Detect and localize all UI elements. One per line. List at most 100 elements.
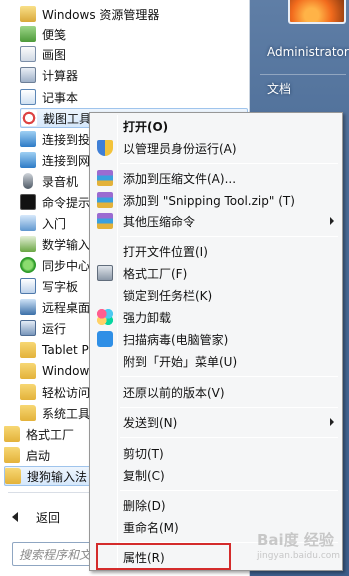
menu-item-open[interactable]: 打开(O) [92,115,340,137]
program-label: 入门 [42,216,67,231]
menu-label: 复制(C) [123,468,165,483]
program-label: 录音机 [42,174,79,189]
menu-separator [120,163,338,164]
sync-center-icon [20,257,36,273]
menu-item-scan-virus[interactable]: 扫描病毒(电脑管家) [92,328,340,350]
menu-item-add-to-archive[interactable]: 添加到压缩文件(A)... [92,167,340,189]
menu-label: 强力卸载 [123,310,172,325]
menu-item-pin-taskbar[interactable]: 锁定到任务栏(K) [92,284,340,306]
program-label: 画图 [42,47,67,62]
program-label: 格式工厂 [26,427,75,442]
menu-item-delete[interactable]: 删除(D) [92,494,340,516]
menu-label: 添加到 "Snipping Tool.zip" (T) [123,193,295,208]
menu-label: 锁定到任务栏(K) [123,288,213,303]
program-label: 启动 [26,448,51,463]
folder-icon [5,468,21,484]
program-label: 数学输入 [42,237,91,252]
user-name-link[interactable]: Administrator [267,45,349,59]
back-arrow-icon [12,512,18,522]
menu-item-other-compress[interactable]: 其他压缩命令 [92,210,340,232]
wordpad-icon [20,278,36,294]
watermark-brand: Bai度 经验 [257,531,334,549]
program-label: 记事本 [42,90,79,105]
math-input-icon [20,236,36,252]
menu-item-copy[interactable]: 复制(C) [92,464,340,486]
remote-desktop-icon [20,299,36,315]
menu-separator [120,236,338,237]
program-notepad[interactable]: 记事本 [20,87,248,107]
command-prompt-icon [20,194,36,210]
notepad-icon [20,89,36,105]
program-label: 搜狗输入法 [27,469,88,484]
run-icon [20,320,36,336]
submenu-arrow-icon [330,418,334,426]
winrar-icon [97,192,113,208]
program-label: 连接到网 [42,153,91,168]
menu-label: 剪切(T) [123,446,164,461]
back-button[interactable]: 返回 [8,506,60,528]
network-icon [20,152,36,168]
menu-label: 其他压缩命令 [123,214,196,229]
program-windows-explorer[interactable]: Windows 资源管理器 [20,4,248,24]
avatar[interactable] [288,0,346,24]
getting-started-icon [20,215,36,231]
program-label: 连接到投 [42,132,91,147]
program-label: 便笺 [42,27,67,42]
menu-label: 打开(O) [123,119,169,134]
program-label: Window [42,364,90,378]
menu-item-add-to-zip[interactable]: 添加到 "Snipping Tool.zip" (T) [92,189,340,211]
pc-manager-shield-icon [97,331,113,347]
menu-separator [120,407,338,408]
menu-item-send-to[interactable]: 发送到(N) [92,411,340,433]
program-label: 命令提示 [42,195,91,210]
menu-item-open-file-location[interactable]: 打开文件位置(I) [92,240,340,262]
program-sticky-notes[interactable]: 便笺 [20,24,248,44]
folder-explorer-icon [20,6,36,22]
calculator-icon [20,67,36,83]
menu-item-force-uninstall[interactable]: 强力卸载 [92,306,340,328]
menu-item-format-factory[interactable]: 格式工厂(F) [92,262,340,284]
back-label: 返回 [36,510,61,525]
menu-label: 重命名(M) [123,520,179,535]
menu-label: 以管理员身份运行(A) [123,141,237,156]
context-menu: 打开(O) 以管理员身份运行(A) 添加到压缩文件(A)... 添加到 "Sni… [89,112,343,571]
menu-label: 打开文件位置(I) [123,244,208,259]
menu-item-cut[interactable]: 剪切(T) [92,442,340,464]
annotation-highlight-box [96,543,231,570]
snipping-tool-icon [21,110,37,126]
network-projector-icon [20,131,36,147]
folder-icon [20,363,36,379]
watermark-url: jingyan.baidu.com [257,551,341,561]
program-label: Tablet P [42,343,89,357]
menu-item-pin-start[interactable]: 附到「开始」菜单(U) [92,350,340,372]
menu-separator [120,437,338,438]
menu-label: 还原以前的版本(V) [123,385,225,400]
submenu-arrow-icon [330,217,334,225]
menu-item-restore-previous[interactable]: 还原以前的版本(V) [92,381,340,403]
menu-item-run-as-admin[interactable]: 以管理员身份运行(A) [92,137,340,159]
sticky-note-icon [20,26,36,42]
program-label: 计算器 [42,68,79,83]
program-label: 截图工具 [43,111,92,126]
folder-icon [20,342,36,358]
winrar-icon [97,170,113,186]
format-factory-icon [97,265,113,281]
menu-label: 格式工厂(F) [123,266,188,281]
program-label: 运行 [42,321,67,336]
uac-shield-icon [97,140,113,156]
menu-label: 删除(D) [123,498,166,513]
uninstall-icon [97,309,113,325]
folder-icon [20,384,36,400]
program-label: 系统工具 [42,406,91,421]
program-label: 写字板 [42,279,79,294]
baidu-watermark: Bai度 经验 jingyan.baidu.com [257,532,345,572]
menu-label: 添加到压缩文件(A)... [123,171,237,186]
folder-icon [4,447,20,463]
program-label: 远程桌面 [42,300,91,315]
paint-icon [20,46,36,62]
menu-label: 附到「开始」菜单(U) [123,354,238,369]
microphone-icon [23,173,33,189]
program-paint[interactable]: 画图 [20,44,248,64]
program-calculator[interactable]: 计算器 [20,65,248,85]
documents-link[interactable]: 文档 [267,80,291,97]
